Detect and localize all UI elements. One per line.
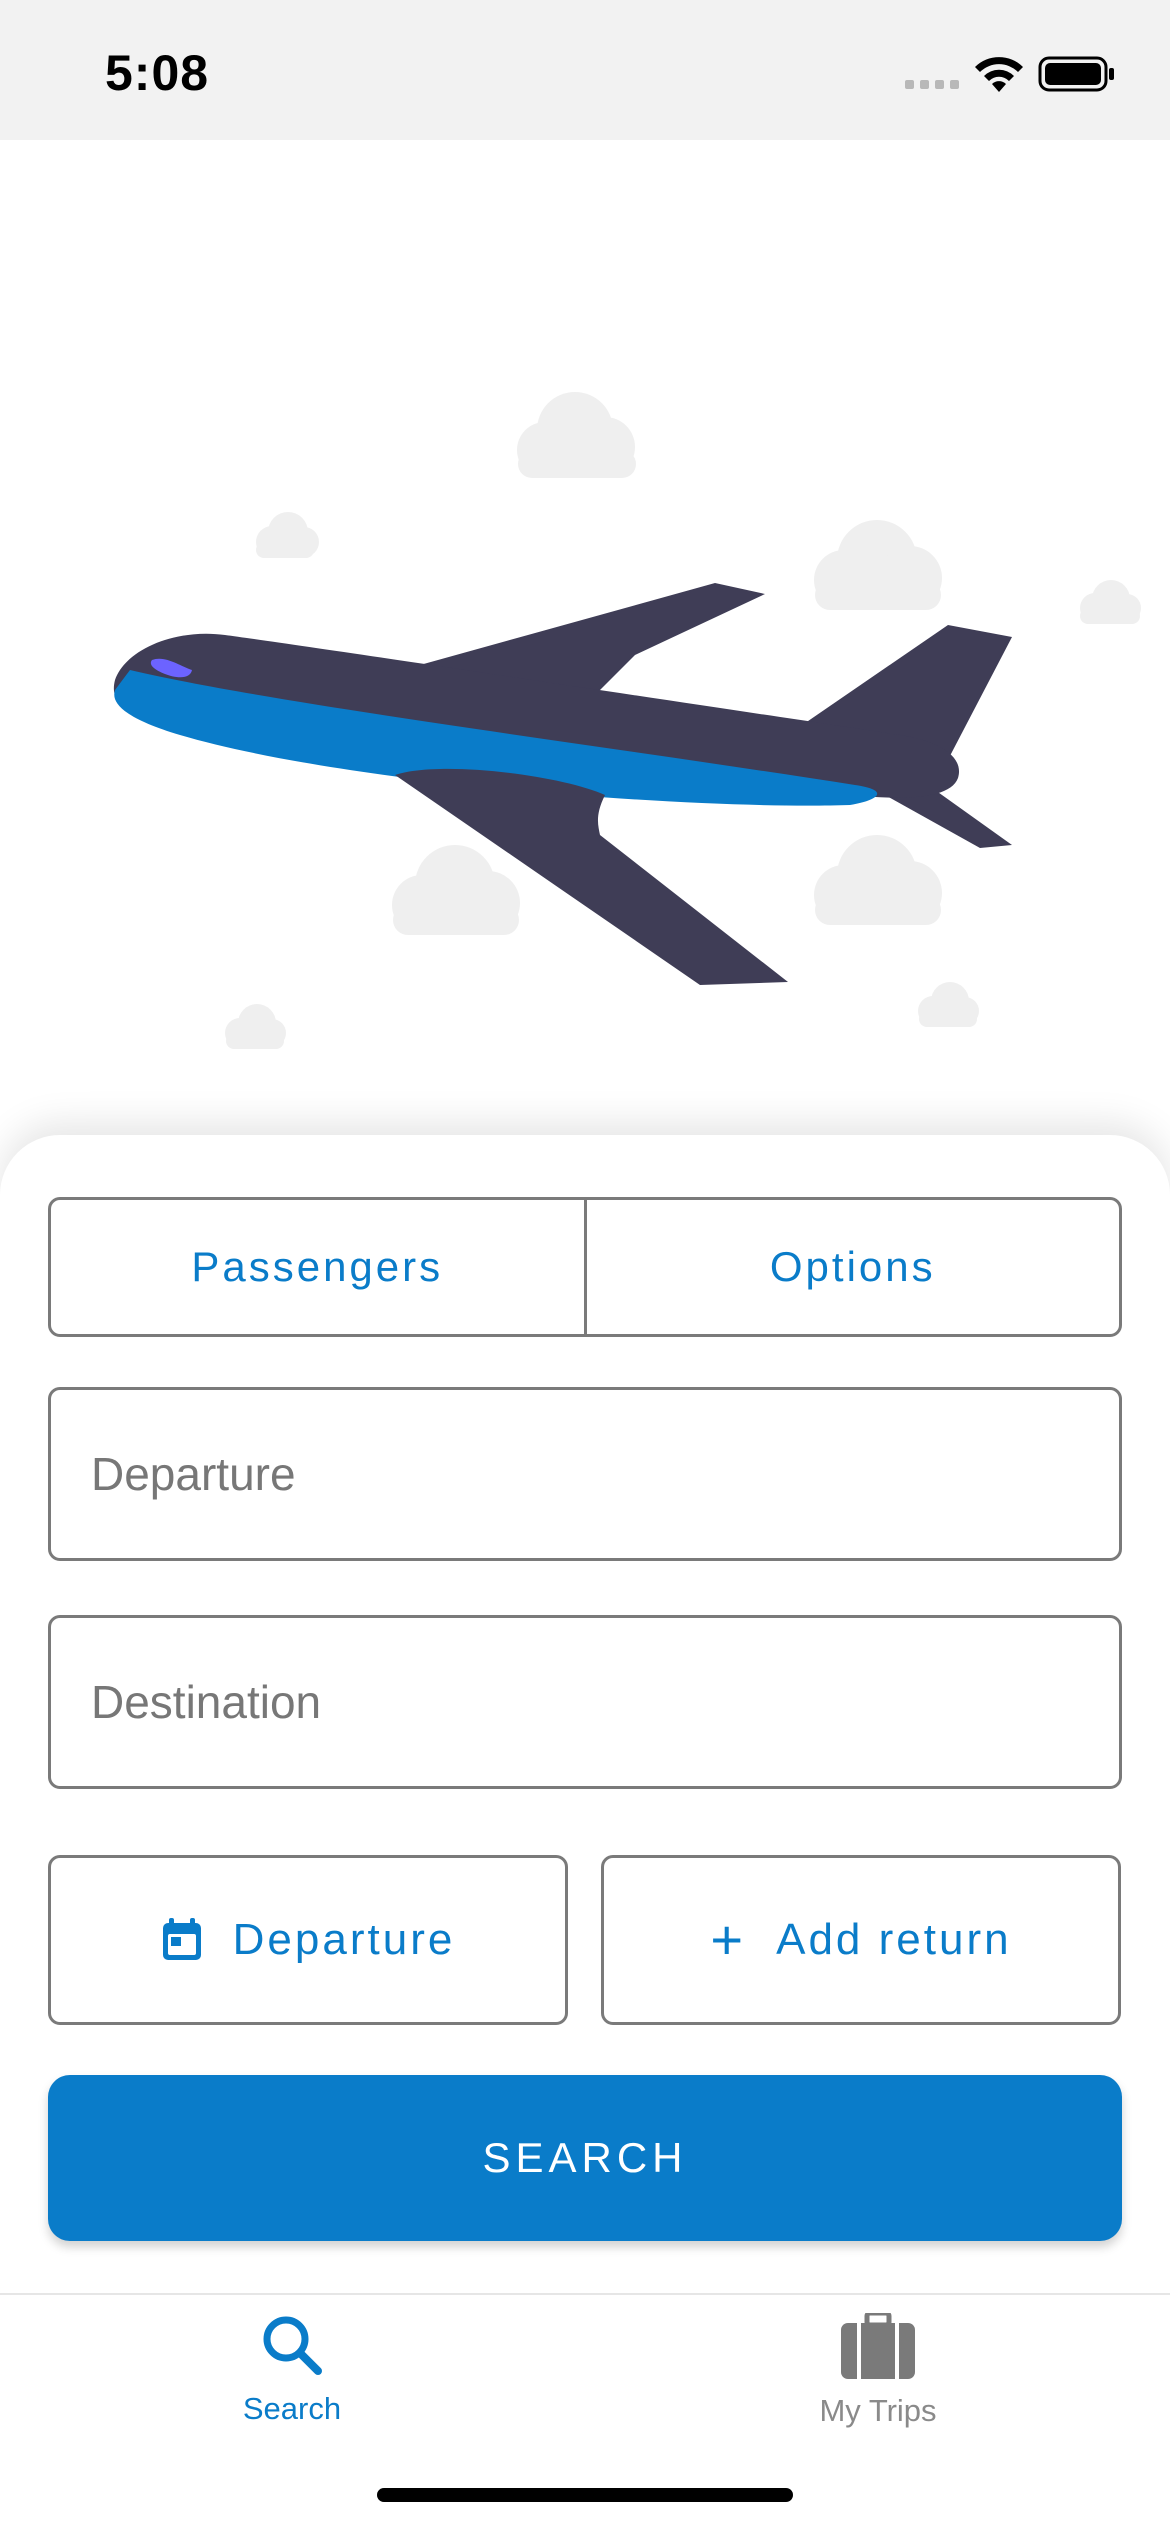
destination-input[interactable]: [91, 1675, 1119, 1729]
add-return-label: Add return: [776, 1915, 1012, 1964]
search-icon: [263, 2316, 322, 2375]
plus-icon: +: [710, 1908, 747, 1971]
destination-field[interactable]: [48, 1615, 1122, 1789]
search-button[interactable]: SEARCH: [48, 2075, 1122, 2241]
departure-date-label: Departure: [232, 1915, 456, 1964]
cloud: [918, 982, 979, 1027]
status-time: 5:08: [105, 45, 210, 101]
options-button[interactable]: Options: [583, 1200, 1120, 1334]
cloud: [392, 845, 520, 935]
cellular-signal-icon: [905, 80, 961, 92]
calendar-icon: [162, 1918, 201, 1960]
suitcase-icon: [841, 2313, 915, 2379]
departure-field[interactable]: [48, 1387, 1122, 1561]
tab-my-trips[interactable]: My Trips: [728, 2313, 1028, 2429]
tab-my-trips-label: My Trips: [819, 2393, 937, 2428]
cloud: [814, 835, 942, 925]
status-bar: 5:08: [0, 0, 1170, 140]
search-form-card: Passengers Options Departure + Add retur…: [0, 1135, 1170, 2295]
hero-illustration: [0, 140, 1170, 1140]
airplane-illustration: [113, 392, 1141, 1049]
cloud: [256, 512, 319, 558]
cloud: [1080, 580, 1141, 624]
departure-date-button[interactable]: Departure: [48, 1855, 568, 2025]
cloud: [517, 392, 636, 478]
add-return-button[interactable]: + Add return: [601, 1855, 1121, 2025]
home-indicator: [377, 2488, 793, 2502]
departure-input[interactable]: [91, 1447, 1119, 1501]
cloud: [225, 1004, 286, 1049]
passengers-button[interactable]: Passengers: [51, 1200, 584, 1334]
tab-search[interactable]: Search: [142, 2313, 442, 2427]
wifi-icon: [975, 57, 1023, 92]
cloud: [814, 520, 942, 610]
tab-search-label: Search: [242, 2391, 342, 2426]
passengers-options-toggle: Passengers Options: [48, 1197, 1122, 1337]
battery-icon: [1038, 56, 1114, 92]
